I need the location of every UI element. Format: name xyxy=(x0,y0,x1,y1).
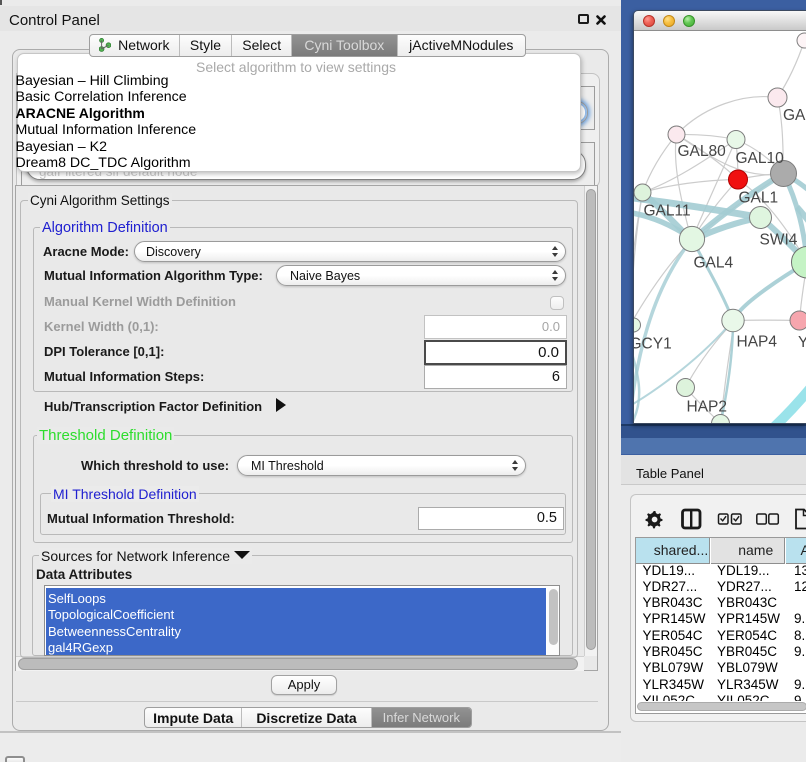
svg-text:Y: Y xyxy=(798,334,806,351)
svg-text:HAP4: HAP4 xyxy=(737,334,778,351)
svg-text:GAL4: GAL4 xyxy=(694,255,734,272)
svg-text:GAL2: GAL2 xyxy=(783,107,806,124)
svg-text:SWI4: SWI4 xyxy=(760,232,798,249)
svg-text:GAL80: GAL80 xyxy=(678,143,727,160)
svg-text:GAL1: GAL1 xyxy=(739,190,779,207)
svg-text:HAP2: HAP2 xyxy=(687,399,728,416)
svg-text:GAL10: GAL10 xyxy=(736,150,785,167)
svg-text:GCY1: GCY1 xyxy=(634,336,672,353)
svg-text:GAL11: GAL11 xyxy=(644,203,691,220)
